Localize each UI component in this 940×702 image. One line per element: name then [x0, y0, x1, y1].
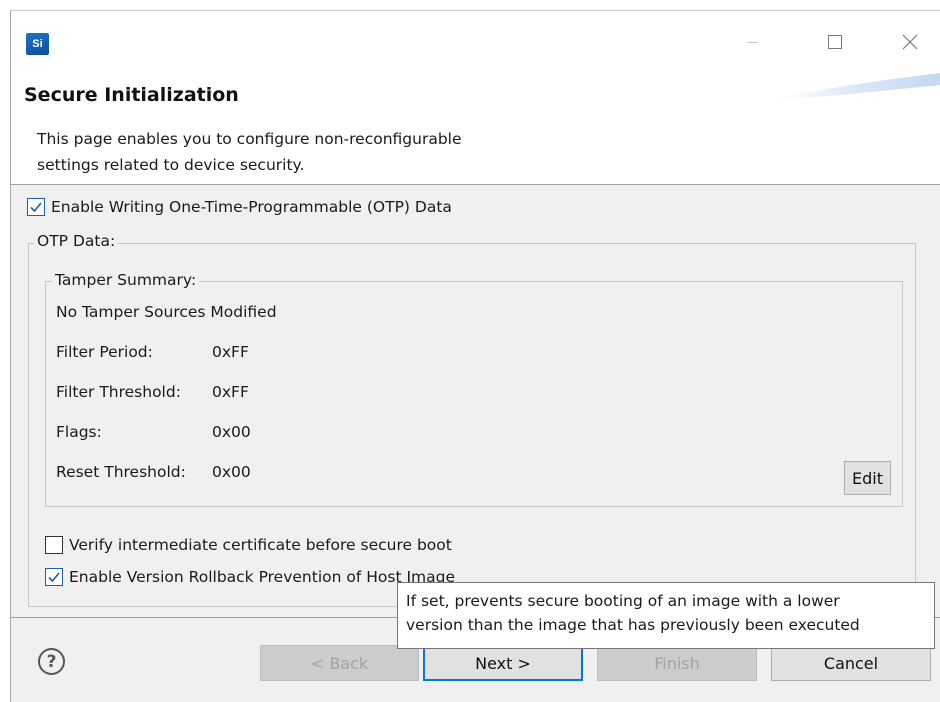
filter-period-value: 0xFF: [212, 343, 249, 361]
otp-data-group-title: OTP Data:: [34, 232, 119, 250]
back-button[interactable]: < Back: [260, 645, 419, 681]
minimize-icon: [746, 41, 758, 43]
flags-value: 0x00: [212, 423, 251, 441]
reset-threshold-value: 0x00: [212, 463, 251, 481]
finish-button[interactable]: Finish: [597, 645, 757, 681]
close-icon: [902, 34, 918, 50]
description-line: This page enables you to configure non-r…: [37, 130, 462, 148]
enable-otp-label: Enable Writing One-Time-Programmable (OT…: [51, 198, 452, 216]
filter-period-label: Filter Period:: [56, 343, 153, 361]
maximize-icon: [828, 35, 842, 49]
reset-threshold-label: Reset Threshold:: [56, 463, 186, 481]
tooltip-line: If set, prevents secure booting of an im…: [406, 592, 840, 610]
filter-threshold-value: 0xFF: [212, 383, 249, 401]
edit-tamper-button[interactable]: Edit: [844, 461, 891, 495]
close-button[interactable]: [887, 25, 933, 59]
filter-threshold-label: Filter Threshold:: [56, 383, 181, 401]
rollback-tooltip: If set, prevents secure booting of an im…: [397, 582, 935, 649]
rollback-prevention-checkbox[interactable]: Enable Version Rollback Prevention of Ho…: [45, 568, 455, 586]
description-line: settings related to device security.: [37, 156, 305, 174]
verify-certificate-checkbox-box[interactable]: [45, 536, 63, 554]
simplicity-logo-icon: Si: [26, 33, 49, 55]
verify-certificate-checkbox[interactable]: Verify intermediate certificate before s…: [45, 536, 452, 554]
minimize-button[interactable]: [729, 25, 775, 59]
page-title: Secure Initialization: [24, 84, 239, 106]
checkmark-icon: [30, 202, 42, 213]
page-description: This page enables you to configure non-r…: [11, 120, 940, 185]
tamper-summary-group-title: Tamper Summary:: [52, 271, 200, 289]
help-icon[interactable]: ?: [38, 648, 65, 675]
title-bar: Si: [11, 11, 940, 69]
tooltip-line: version than the image that has previous…: [406, 616, 860, 634]
maximize-button[interactable]: [812, 25, 858, 59]
verify-certificate-label: Verify intermediate certificate before s…: [69, 536, 452, 554]
tamper-status-text: No Tamper Sources Modified: [56, 303, 277, 321]
cancel-button[interactable]: Cancel: [771, 645, 931, 681]
wizard-header: Secure Initialization: [11, 69, 940, 120]
next-button[interactable]: Next >: [423, 645, 583, 681]
enable-otp-checkbox[interactable]: Enable Writing One-Time-Programmable (OT…: [27, 198, 452, 216]
rollback-prevention-checkbox-box[interactable]: [45, 568, 63, 586]
flags-label: Flags:: [56, 423, 102, 441]
checkmark-icon: [48, 572, 60, 583]
enable-otp-checkbox-box[interactable]: [27, 198, 45, 216]
